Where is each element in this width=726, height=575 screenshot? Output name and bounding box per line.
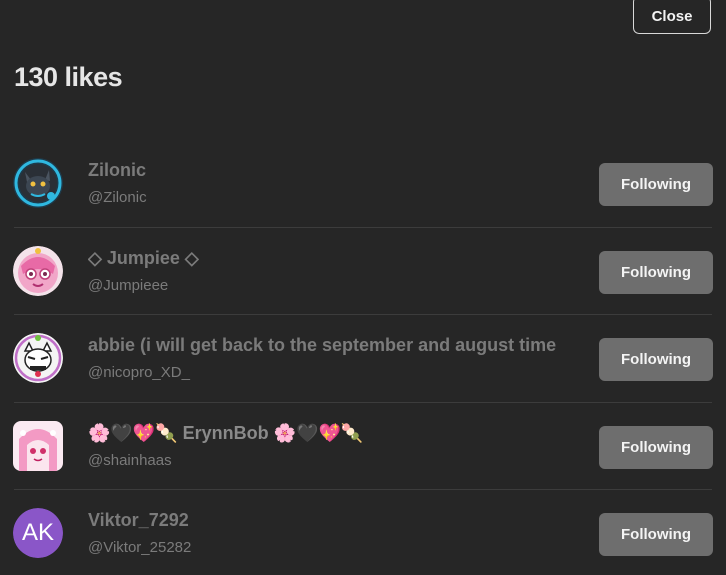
likes-dialog: Close 130 likes Zilonic @Zilonic Followi… — [0, 0, 726, 575]
initials-avatar[interactable]: AK — [13, 508, 63, 558]
close-button[interactable]: Close — [633, 0, 711, 34]
user-display-name[interactable]: ◇ Jumpiee ◇ — [88, 248, 199, 269]
user-handle: @nicopro_XD_ — [88, 364, 190, 381]
pink-character-avatar-icon[interactable] — [13, 245, 63, 296]
list-item: Zilonic @Zilonic Following — [0, 140, 726, 228]
user-display-name[interactable]: Viktor_7292 — [88, 510, 189, 531]
user-display-name[interactable]: Zilonic — [88, 160, 146, 181]
following-button[interactable]: Following — [599, 513, 713, 556]
user-handle: @shainhaas — [88, 451, 172, 469]
list-item: abbie (i will get back to the september … — [0, 315, 726, 403]
following-button[interactable]: Following — [599, 338, 713, 381]
likes-list: Zilonic @Zilonic Following ◇ Jumpiee ◇ @… — [0, 140, 726, 575]
following-button[interactable]: Following — [599, 163, 713, 206]
user-display-name[interactable]: 🌸🖤💖🍡 ErynnBob 🌸🖤💖🍡 — [88, 423, 363, 444]
sketch-character-avatar-icon[interactable] — [13, 333, 63, 383]
wolf-character-avatar-icon[interactable] — [13, 158, 63, 208]
list-item: ◇ Jumpiee ◇ @Jumpieee Following — [0, 228, 726, 315]
user-handle: @Zilonic — [88, 189, 147, 206]
user-display-name[interactable]: abbie (i will get back to the september … — [88, 335, 556, 356]
avatar-initials: AK — [13, 508, 63, 558]
user-handle: @Viktor_25282 — [88, 539, 192, 556]
list-item: AK Viktor_7292 @Viktor_25282 Following — [0, 490, 726, 575]
user-handle: @Jumpieee — [88, 276, 169, 294]
likes-count-title: 130 likes — [14, 62, 123, 92]
list-item: 🌸🖤💖🍡 ErynnBob 🌸🖤💖🍡 @shainhaas Following — [0, 403, 726, 490]
following-button[interactable]: Following — [599, 425, 713, 469]
pink-hair-character-avatar-icon[interactable] — [13, 420, 63, 471]
following-button[interactable]: Following — [599, 250, 713, 294]
